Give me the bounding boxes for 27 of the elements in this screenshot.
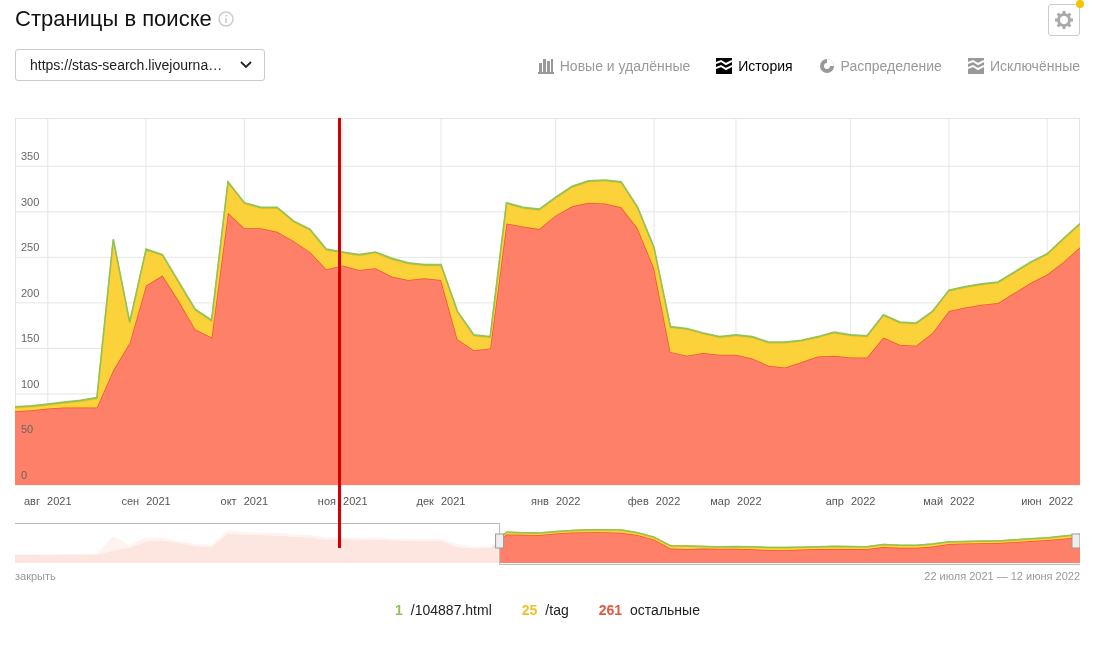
legend-label: /104887.html bbox=[410, 602, 492, 618]
y-axis-label: 150 bbox=[21, 332, 40, 345]
x-axis-label: окт 2021 bbox=[220, 495, 269, 507]
x-axis-label: мар 2022 bbox=[710, 495, 762, 507]
page-title: Страницы в поиске bbox=[15, 6, 212, 32]
y-axis-label: 300 bbox=[21, 195, 40, 208]
y-axis-label: 0 bbox=[21, 469, 28, 481]
y-axis-label: 250 bbox=[21, 241, 40, 254]
legend-label: остальные bbox=[630, 602, 700, 618]
x-axis-label: апр 2022 bbox=[825, 495, 876, 507]
legend-label: /tag bbox=[545, 602, 569, 618]
x-axis-label: ноя 2021 bbox=[317, 495, 368, 507]
x-axis-label: фев 2022 bbox=[627, 495, 681, 507]
legend-count: 25 bbox=[521, 602, 538, 618]
x-axis-label: июн 2022 bbox=[1021, 495, 1074, 507]
x-axis-label: сен 2021 bbox=[121, 495, 171, 507]
x-axis-label: янв 2022 bbox=[531, 495, 581, 507]
y-axis-label: 100 bbox=[21, 377, 40, 390]
y-axis-label: 50 bbox=[21, 423, 34, 436]
y-axis-label: 350 bbox=[21, 150, 40, 163]
x-axis-label: дек 2021 bbox=[416, 495, 466, 507]
legend-count: 261 bbox=[598, 602, 623, 618]
x-axis-label: май 2022 bbox=[923, 495, 975, 507]
legend-count: 1 bbox=[395, 602, 403, 618]
date-range: 22 июля 2021 — 12 июня 2022 bbox=[924, 570, 1080, 582]
y-axis-label: 200 bbox=[21, 286, 40, 299]
x-axis-label: авг 2021 bbox=[24, 495, 72, 507]
